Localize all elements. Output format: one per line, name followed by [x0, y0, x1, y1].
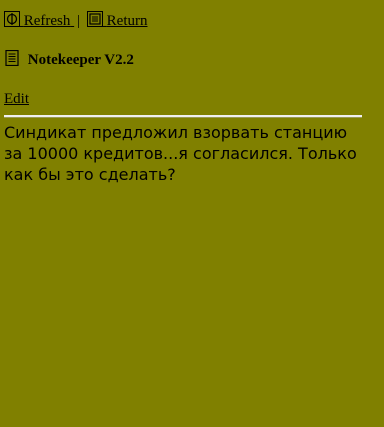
refresh-label: Refresh [23, 13, 71, 29]
divider [4, 115, 362, 118]
app-header: Notekeeper V2.2 [4, 50, 134, 70]
edit-link[interactable]: Edit [4, 91, 29, 107]
return-link[interactable]: Return [86, 11, 148, 29]
page-title: Notekeeper V2.2 [27, 52, 134, 68]
note-text: Синдикат предложил взорвать станцию за 1… [4, 123, 357, 184]
nav-separator: | [77, 13, 81, 29]
refresh-icon [4, 11, 20, 27]
top-navigation: Refresh | Return [4, 11, 148, 31]
return-icon [86, 11, 103, 27]
edit-row: Edit [4, 89, 29, 109]
refresh-link[interactable]: Refresh [4, 11, 74, 29]
notebook-icon [5, 50, 19, 66]
return-label: Return [106, 13, 148, 29]
